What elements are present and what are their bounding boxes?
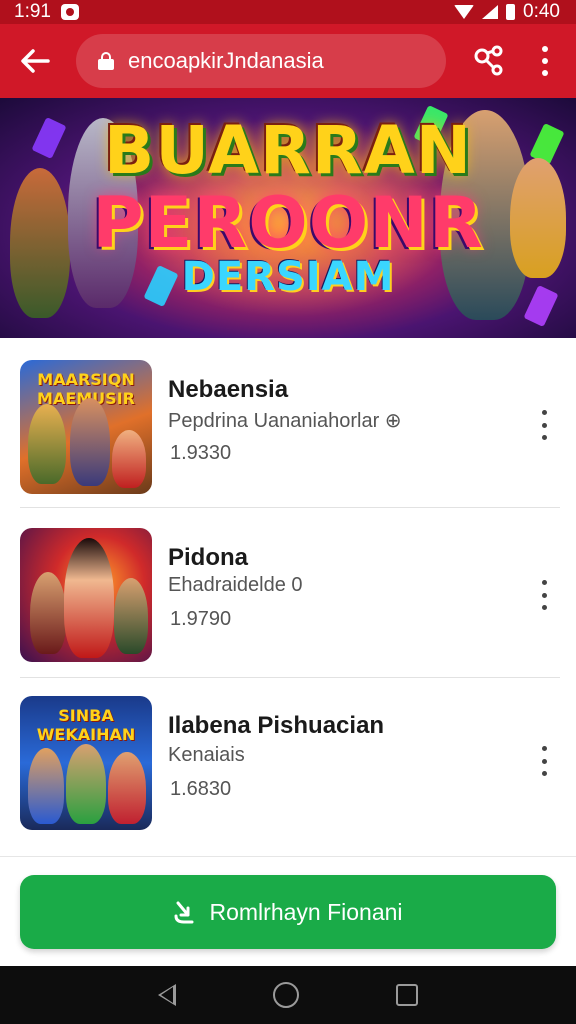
- wifi-icon: [454, 5, 475, 19]
- browser-toolbar: encoapkirJndanasia: [0, 24, 576, 98]
- thumbnail-figure: [64, 538, 114, 658]
- app-name[interactable]: Nebaensia: [168, 376, 288, 404]
- share-icon[interactable]: [472, 44, 506, 78]
- app-name[interactable]: Pidona: [168, 544, 248, 572]
- app-count: 1.9790: [170, 608, 232, 630]
- status-time: 1:91: [14, 1, 51, 22]
- more-vert-icon[interactable]: [538, 46, 552, 76]
- more-vert-icon[interactable]: [538, 746, 550, 776]
- status-left: 1:91: [14, 1, 79, 23]
- thumbnail-figure: [30, 572, 66, 654]
- status-right: 0:40: [454, 1, 560, 23]
- install-button[interactable]: Romlrhayn Fionani: [20, 875, 556, 949]
- app-thumbnail[interactable]: MAARSIQN MAEMUSIR: [20, 360, 152, 494]
- more-vert-icon[interactable]: [538, 410, 550, 440]
- thumbnail-figure: [66, 744, 106, 824]
- status-clock: 0:40: [523, 1, 560, 22]
- battery-icon: [506, 4, 516, 20]
- list-item[interactable]: SINBA WEKAIHAN Ilabena Pishuacian Kenaia…: [0, 678, 576, 848]
- download-icon: [174, 901, 194, 924]
- nav-recents-icon[interactable]: [395, 984, 418, 1006]
- list-item[interactable]: MAARSIQN MAEMUSIR Nebaensia Pepdrina Uan…: [0, 338, 576, 508]
- thumbnail-figure: [28, 748, 64, 824]
- url-text: encoapkirJndanasia: [128, 48, 324, 73]
- status-bar: 1:91 0:40: [0, 0, 576, 24]
- thumbnail-figure: [114, 578, 148, 654]
- thumbnail-figure: [28, 404, 66, 484]
- address-bar[interactable]: encoapkirJndanasia: [76, 34, 446, 88]
- app-name[interactable]: Ilabena Pishuacian: [168, 712, 384, 740]
- app-thumbnail[interactable]: [20, 528, 152, 662]
- thumbnail-figure: [108, 752, 146, 824]
- app-count: 1.6830: [170, 778, 232, 800]
- nav-back-icon[interactable]: [158, 984, 177, 1006]
- app-subtitle: Kenaiais: [168, 744, 245, 766]
- app-subtitle: Ehadraidelde 0: [168, 574, 303, 596]
- banner-title-line1: BUARRAN: [104, 112, 472, 189]
- install-button-label: Romlrhayn Fionani: [209, 898, 403, 925]
- thumbnail-title: SINBA WEKAIHAN: [36, 706, 136, 744]
- nav-home-icon[interactable]: [272, 982, 299, 1008]
- signal-icon: [482, 5, 499, 19]
- more-vert-icon[interactable]: [538, 580, 550, 610]
- banner-title-line2: PEROONR: [92, 182, 484, 264]
- app-subtitle: Pepdrina Uananiahorlar ⊕: [168, 410, 402, 432]
- back-arrow-icon[interactable]: [20, 48, 50, 74]
- banner-title-line3: DERSIAM: [181, 254, 395, 300]
- thumbnail-figure: [70, 398, 110, 486]
- hero-banner[interactable]: BUARRAN PEROONR DERSIAM: [0, 98, 576, 338]
- notification-icon: [60, 4, 79, 20]
- install-bar: Romlrhayn Fionani: [0, 856, 576, 966]
- lock-icon: [98, 52, 114, 70]
- thumbnail-figure: [112, 430, 146, 488]
- app-thumbnail[interactable]: SINBA WEKAIHAN: [20, 696, 152, 830]
- system-nav-bar: [0, 966, 576, 1024]
- app-count: 1.9330: [170, 442, 232, 464]
- list-item[interactable]: Pidona Ehadraidelde 0 1.9790: [0, 508, 576, 678]
